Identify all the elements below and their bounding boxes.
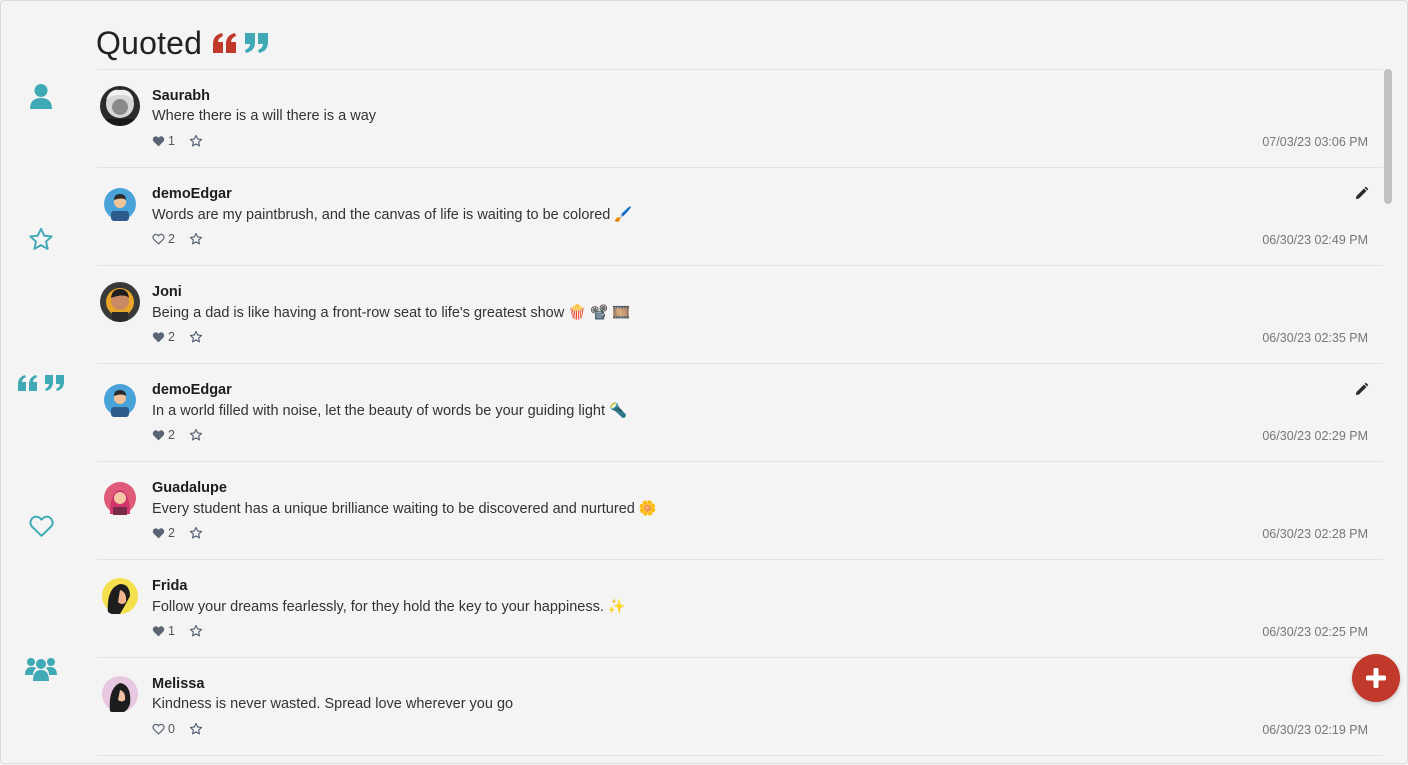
app-title: Quoted xyxy=(96,24,203,61)
sidebar-item-liked[interactable] xyxy=(0,514,82,538)
heart-filled-icon xyxy=(152,626,165,637)
pencil-icon xyxy=(1355,382,1369,396)
star-outline-icon xyxy=(189,232,203,245)
page-title: Quoted xyxy=(96,22,270,64)
users-icon xyxy=(25,658,57,681)
post-actions: 1 xyxy=(152,624,203,638)
author-name[interactable]: Saurabh xyxy=(152,88,210,104)
like-button[interactable]: 2 xyxy=(152,330,175,344)
avatar[interactable] xyxy=(100,576,140,616)
quote-logo-icon xyxy=(212,32,270,54)
favorite-button[interactable] xyxy=(189,526,203,540)
avatar[interactable] xyxy=(100,478,140,518)
sidebar-item-favorites[interactable] xyxy=(0,226,82,253)
quote-text: In a world filled with noise, let the be… xyxy=(152,403,628,419)
timestamp: 06/30/23 02:19 PM xyxy=(1262,723,1368,737)
quote-feed: Saurabh Where there is a will there is a… xyxy=(97,69,1383,765)
like-button[interactable]: 0 xyxy=(152,722,175,736)
heart-filled-icon xyxy=(152,528,165,539)
like-count: 2 xyxy=(168,330,175,344)
user-icon xyxy=(30,84,52,109)
avatar[interactable] xyxy=(100,184,140,224)
quote-text: Where there is a will there is a way xyxy=(152,108,377,124)
favorite-button[interactable] xyxy=(189,624,203,638)
quote-card: Guadalupe Every student has a unique bri… xyxy=(97,462,1383,560)
like-button[interactable]: 2 xyxy=(152,428,175,442)
heart-icon xyxy=(28,515,54,537)
quote-card: Frida Follow your dreams fearlessly, for… xyxy=(97,560,1383,658)
like-button[interactable]: 2 xyxy=(152,526,175,540)
like-count: 1 xyxy=(168,134,175,148)
scrollbar-thumb[interactable] xyxy=(1384,69,1392,204)
post-actions: 2 xyxy=(152,232,203,246)
star-outline-icon xyxy=(189,330,203,343)
post-actions: 0 xyxy=(152,722,203,736)
author-name[interactable]: Joni xyxy=(152,284,182,300)
like-count: 1 xyxy=(168,624,175,638)
sidebar xyxy=(0,0,82,764)
quote-text: Words are my paintbrush, and the canvas … xyxy=(152,207,633,223)
favorite-button[interactable] xyxy=(189,428,203,442)
pencil-icon xyxy=(1355,186,1369,200)
post-actions: 2 xyxy=(152,428,203,442)
post-actions: 1 xyxy=(152,134,203,148)
timestamp: 06/30/23 02:28 PM xyxy=(1262,527,1368,541)
quote-text: Being a dad is like having a front-row s… xyxy=(152,305,631,321)
favorite-button[interactable] xyxy=(189,232,203,246)
like-count: 2 xyxy=(168,526,175,540)
post-actions: 2 xyxy=(152,526,203,540)
quote-card: Saurabh Where there is a will there is a… xyxy=(97,70,1383,168)
timestamp: 06/30/23 02:49 PM xyxy=(1262,233,1368,247)
timestamp: 06/30/23 02:35 PM xyxy=(1262,331,1368,345)
heart-outline-icon xyxy=(152,723,165,735)
like-count: 2 xyxy=(168,428,175,442)
avatar[interactable] xyxy=(100,380,140,420)
timestamp: 06/30/23 02:25 PM xyxy=(1262,625,1368,639)
quote-text: Follow your dreams fearlessly, for they … xyxy=(152,599,626,615)
star-outline-icon xyxy=(189,624,203,637)
author-name[interactable]: demoEdgar xyxy=(152,382,232,398)
like-count: 0 xyxy=(168,722,175,736)
author-name[interactable]: demoEdgar xyxy=(152,186,232,202)
author-name[interactable]: Guadalupe xyxy=(152,480,227,496)
avatar[interactable] xyxy=(100,86,140,126)
favorite-button[interactable] xyxy=(189,330,203,344)
star-outline-icon xyxy=(189,428,203,441)
like-button[interactable]: 1 xyxy=(152,134,175,148)
heart-outline-icon xyxy=(152,233,165,245)
edit-button[interactable] xyxy=(1354,186,1369,206)
sidebar-item-quotes[interactable] xyxy=(0,374,82,392)
star-outline-icon xyxy=(189,722,203,735)
quote-text: Every student has a unique brilliance wa… xyxy=(152,501,657,517)
avatar[interactable] xyxy=(100,674,140,714)
plus-icon xyxy=(1366,668,1386,688)
edit-button[interactable] xyxy=(1354,382,1369,402)
like-count: 2 xyxy=(168,232,175,246)
author-name[interactable]: Melissa xyxy=(152,676,204,692)
quote-card: demoEdgar In a world filled with noise, … xyxy=(97,364,1383,462)
star-icon xyxy=(29,227,53,250)
quote-card: Melissa Kindness is never wasted. Spread… xyxy=(97,658,1383,756)
favorite-button[interactable] xyxy=(189,722,203,736)
author-name[interactable]: Frida xyxy=(152,578,187,594)
favorite-button[interactable] xyxy=(189,134,203,148)
timestamp: 07/03/23 03:06 PM xyxy=(1262,135,1368,149)
avatar[interactable] xyxy=(100,282,140,322)
sidebar-item-profile[interactable] xyxy=(0,83,82,110)
star-outline-icon xyxy=(189,134,203,147)
star-outline-icon xyxy=(189,526,203,539)
heart-filled-icon xyxy=(152,136,165,147)
heart-filled-icon xyxy=(152,332,165,343)
add-quote-button[interactable] xyxy=(1352,654,1400,702)
heart-filled-icon xyxy=(152,430,165,441)
sidebar-item-community[interactable] xyxy=(0,656,82,682)
like-button[interactable]: 2 xyxy=(152,232,175,246)
timestamp: 06/30/23 02:29 PM xyxy=(1262,429,1368,443)
quote-icon xyxy=(18,375,64,391)
post-actions: 2 xyxy=(152,330,203,344)
like-button[interactable]: 1 xyxy=(152,624,175,638)
quote-text: Kindness is never wasted. Spread love wh… xyxy=(152,696,514,712)
quote-card: Joni Being a dad is like having a front-… xyxy=(97,266,1383,364)
quote-card: demoEdgar Words are my paintbrush, and t… xyxy=(97,168,1383,266)
